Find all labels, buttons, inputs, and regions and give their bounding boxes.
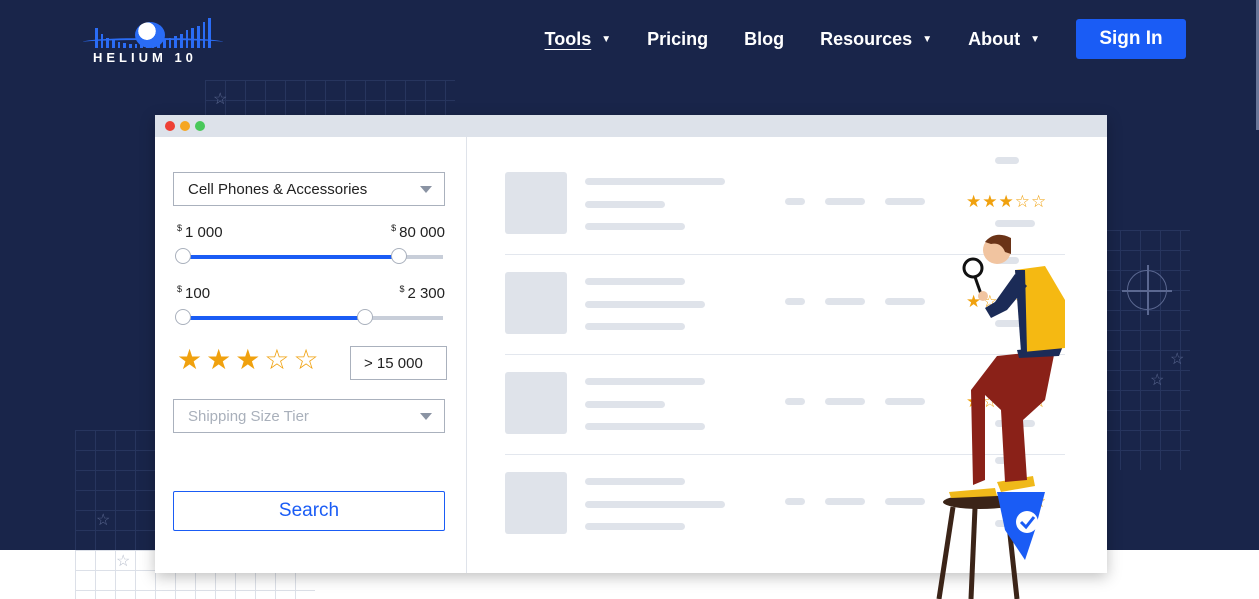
chevron-down-icon xyxy=(420,186,432,193)
revenue-slider-min-handle[interactable] xyxy=(175,248,191,264)
reviews-count-input[interactable]: > 15 000 xyxy=(350,346,447,380)
price-slider-fill xyxy=(183,316,365,320)
sign-in-button[interactable]: Sign In xyxy=(1076,19,1186,59)
star-decoration-icon: ☆ xyxy=(96,512,111,529)
star-decoration-icon: ☆ xyxy=(116,553,131,570)
text-placeholder-line xyxy=(585,478,685,485)
text-placeholder-line xyxy=(585,178,725,185)
price-slider-max-handle[interactable] xyxy=(357,309,373,325)
text-placeholder-line xyxy=(585,323,685,330)
nav-resources[interactable]: Resources ▼ xyxy=(820,29,932,50)
metric-placeholder xyxy=(785,198,805,205)
metric-placeholder xyxy=(825,398,865,405)
star-empty-icon[interactable]: ☆ xyxy=(264,343,289,376)
category-select-value: Cell Phones & Accessories xyxy=(188,180,368,198)
star-decoration-icon: ☆ xyxy=(1170,351,1185,368)
result-rating-stars: ★★★☆☆ xyxy=(966,192,1048,211)
window-close-dot-icon xyxy=(165,121,175,131)
text-placeholder-line xyxy=(585,401,665,408)
metric-placeholder xyxy=(825,498,865,505)
text-placeholder-line xyxy=(585,501,725,508)
text-placeholder-line xyxy=(585,301,705,308)
main-nav: Tools ▼ Pricing Blog Resources ▼ About ▼… xyxy=(545,19,1186,59)
metric-placeholder xyxy=(825,298,865,305)
text-placeholder-line xyxy=(585,423,705,430)
filter-panel: Cell Phones & Accessories $1 000 $80 000… xyxy=(155,137,467,573)
window-maximize-dot-icon xyxy=(195,121,205,131)
star-filled-icon[interactable]: ★ xyxy=(235,343,260,376)
metric-placeholder xyxy=(885,498,925,505)
window-titlebar xyxy=(155,115,1107,137)
revenue-max-label: $80 000 xyxy=(391,223,445,241)
revenue-slider-max-handle[interactable] xyxy=(390,248,407,264)
nav-blog[interactable]: Blog xyxy=(744,29,784,50)
metric-placeholder xyxy=(785,298,805,305)
star-filled-icon[interactable]: ★ xyxy=(177,343,202,376)
result-thumbnail xyxy=(505,472,567,534)
helium10-logo[interactable]: HELIUM 10 xyxy=(83,16,223,66)
price-max-label: $2 300 xyxy=(399,284,445,302)
star-filled-icon[interactable]: ★ xyxy=(206,343,231,376)
price-slider-min-handle[interactable] xyxy=(175,309,191,325)
caret-down-icon: ▼ xyxy=(601,33,612,45)
logo-orb-icon xyxy=(135,22,165,48)
revenue-slider[interactable] xyxy=(175,248,443,264)
text-placeholder-line xyxy=(585,201,665,208)
result-thumbnail xyxy=(505,172,567,234)
caret-down-icon: ▼ xyxy=(922,33,933,45)
metric-placeholder xyxy=(885,198,925,205)
nav-label: Tools xyxy=(544,28,592,49)
grid-decoration xyxy=(205,80,455,120)
nav-tools[interactable]: Tools ▼ xyxy=(545,29,612,50)
star-decoration-icon: ☆ xyxy=(1150,372,1165,389)
price-min-label: $100 xyxy=(177,284,211,302)
metric-placeholder xyxy=(885,298,925,305)
chevron-down-icon xyxy=(420,413,432,420)
shipping-size-select[interactable]: Shipping Size Tier xyxy=(173,399,445,433)
text-placeholder-line xyxy=(585,378,705,385)
result-thumbnail xyxy=(505,272,567,334)
search-button[interactable]: Search xyxy=(173,491,445,531)
nav-label: Pricing xyxy=(647,28,709,49)
nav-pricing[interactable]: Pricing xyxy=(647,29,708,50)
price-slider[interactable] xyxy=(175,309,443,325)
metric-placeholder xyxy=(825,198,865,205)
revenue-slider-fill xyxy=(183,255,399,259)
nav-label: Resources xyxy=(820,28,913,49)
crosshair-decoration-icon xyxy=(1122,265,1172,315)
grid-decoration xyxy=(75,430,165,550)
window-minimize-dot-icon xyxy=(180,121,190,131)
text-placeholder-line xyxy=(585,223,685,230)
shipping-size-placeholder: Shipping Size Tier xyxy=(188,407,309,425)
text-placeholder-line xyxy=(585,278,685,285)
rating-placeholder xyxy=(995,220,1035,227)
researcher-illustration xyxy=(936,234,1065,599)
revenue-min-label: $1 000 xyxy=(177,223,223,241)
price-range-labels: $100 $2 300 xyxy=(177,284,445,302)
metric-placeholder xyxy=(885,398,925,405)
nav-label: About xyxy=(968,28,1021,49)
metric-placeholder xyxy=(785,398,805,405)
revenue-range-labels: $1 000 $80 000 xyxy=(177,223,445,241)
rating-filter[interactable]: ★ ★ ★ ☆ ☆ xyxy=(177,343,319,376)
logo-text: HELIUM 10 xyxy=(93,50,197,65)
rating-placeholder xyxy=(995,157,1019,164)
category-select[interactable]: Cell Phones & Accessories xyxy=(173,172,445,206)
star-empty-icon[interactable]: ☆ xyxy=(293,343,318,376)
metric-placeholder xyxy=(785,498,805,505)
caret-down-icon: ▼ xyxy=(1030,33,1040,45)
result-thumbnail xyxy=(505,372,567,434)
nav-about[interactable]: About ▼ xyxy=(968,29,1040,50)
text-placeholder-line xyxy=(585,523,685,530)
star-decoration-icon: ☆ xyxy=(213,91,228,108)
nav-label: Blog xyxy=(744,28,785,49)
